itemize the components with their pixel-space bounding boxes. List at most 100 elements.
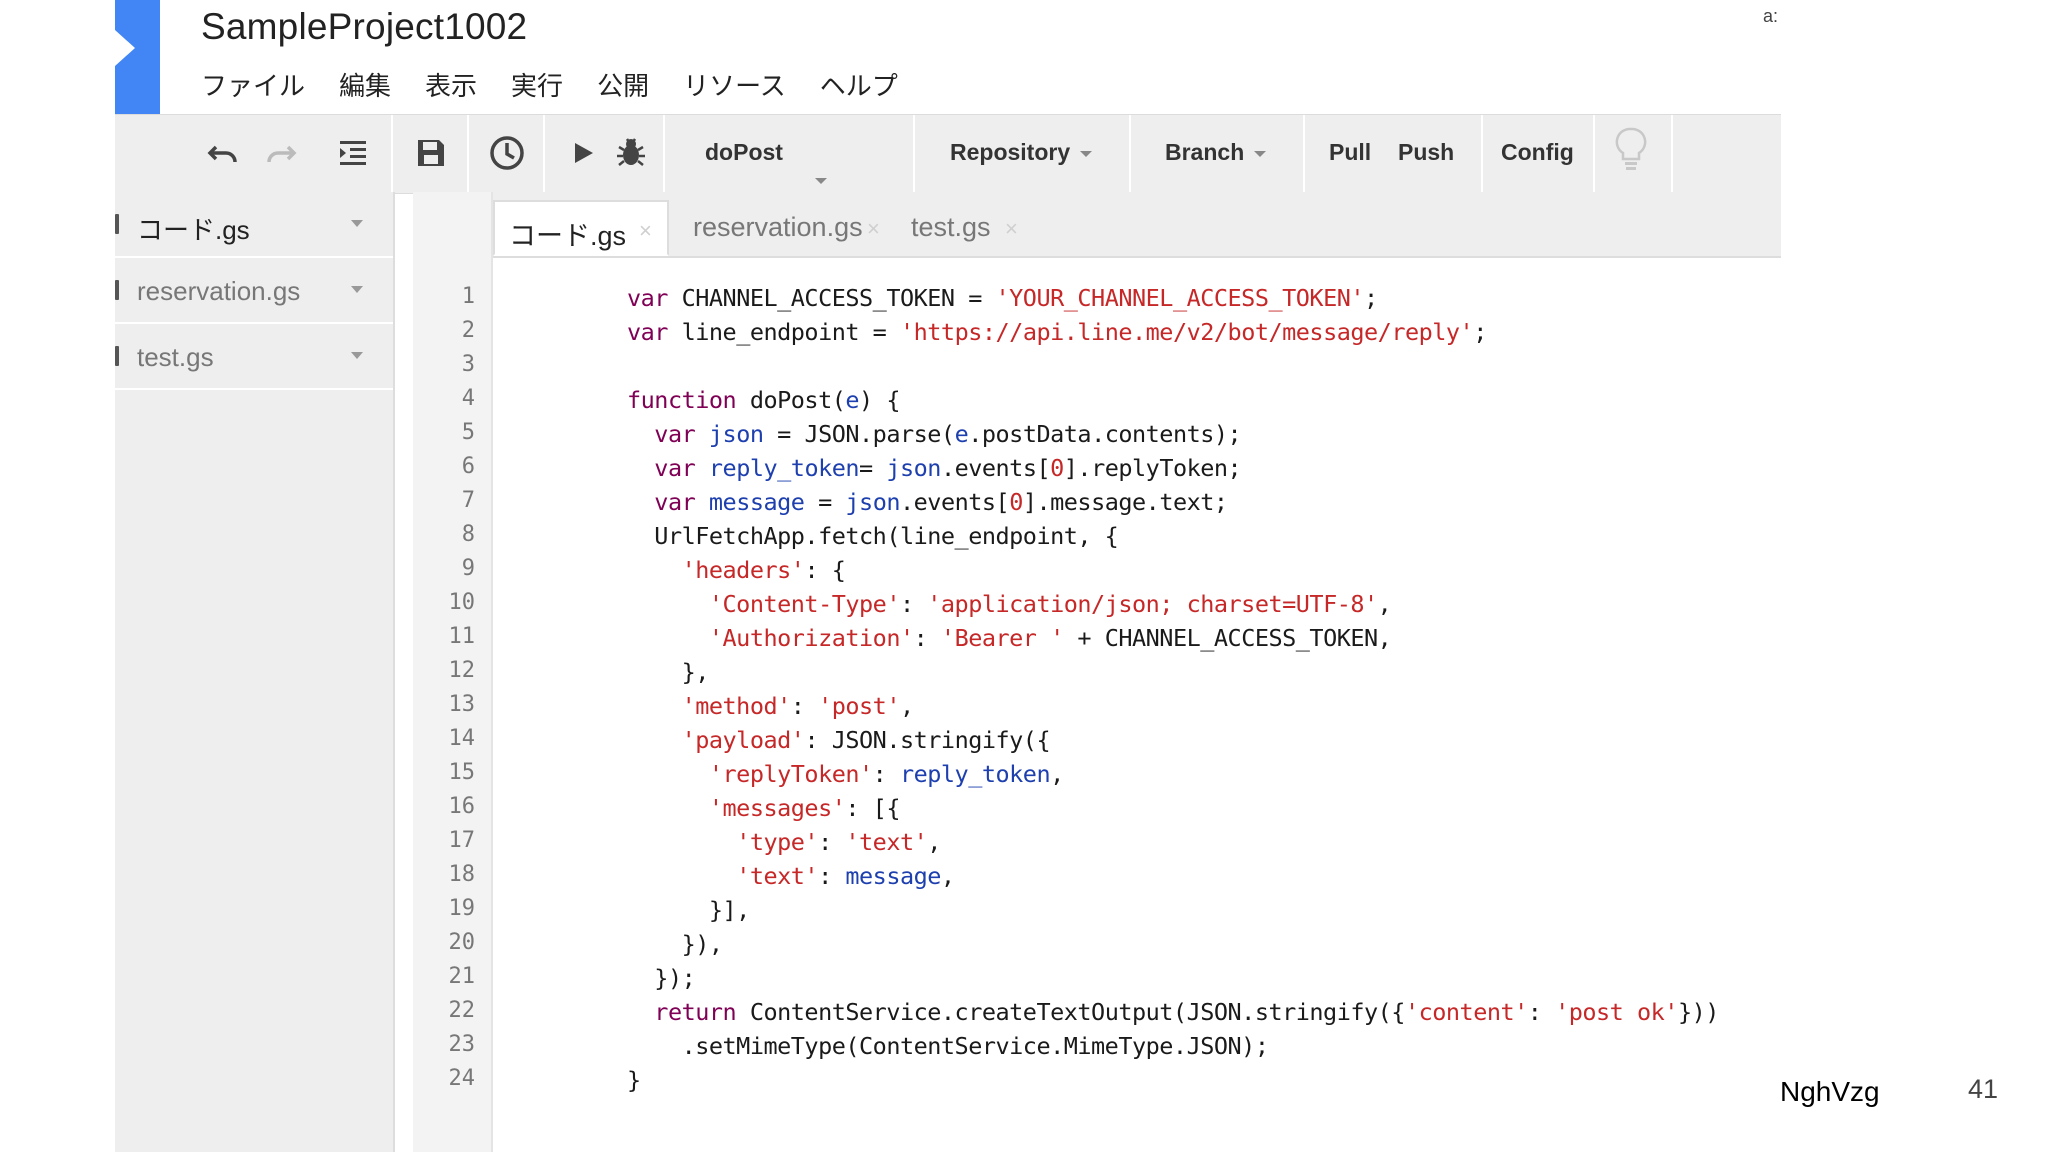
clock-icon[interactable] bbox=[485, 129, 529, 177]
code-token: ].message.text; bbox=[1022, 488, 1228, 516]
code-line: var reply_token= json.events[0].replyTok… bbox=[627, 454, 1241, 482]
code-token: : bbox=[899, 590, 928, 618]
line-number-gutter: 1 2 3 4 5 6 7 8 9 10 11 12 13 14 15 16 17 18 19 20 21 22 23 24 bbox=[413, 192, 493, 1152]
code-token: 'headers' bbox=[681, 556, 805, 584]
line-number: 24 bbox=[448, 1066, 476, 1091]
chevron-down-icon bbox=[1254, 150, 1267, 157]
code-line: .setMimeType(ContentService.MimeType.JSO… bbox=[627, 1032, 1269, 1060]
code-token: }), bbox=[627, 930, 723, 958]
code-token: var bbox=[654, 488, 696, 516]
code-token: }); bbox=[627, 964, 696, 992]
code-token: e bbox=[954, 420, 969, 448]
code-token: : bbox=[818, 828, 846, 856]
code-line: 'Content-Type': 'application/json; chars… bbox=[627, 590, 1392, 618]
code-token: 'post' bbox=[818, 692, 900, 720]
code-line: var CHANNEL_ACCESS_TOKEN = 'YOUR_CHANNEL… bbox=[627, 284, 1378, 312]
tab-code[interactable]: コード.gs × bbox=[493, 200, 669, 256]
file-icon bbox=[115, 214, 119, 234]
project-title[interactable]: SampleProject1002 bbox=[201, 6, 527, 48]
toolbar-separator bbox=[391, 115, 393, 193]
toolbar-separator bbox=[467, 115, 469, 193]
code-token: , bbox=[1377, 590, 1392, 618]
menu-resources[interactable]: リソース bbox=[683, 66, 786, 103]
code-line: 'method': 'post', bbox=[627, 692, 915, 720]
file-item-code[interactable]: コード.gs bbox=[115, 192, 393, 258]
menu-file[interactable]: ファイル bbox=[201, 66, 305, 103]
code-token: ContentService.createTextOutput(JSON.str… bbox=[736, 998, 1406, 1026]
code-token: + CHANNEL_ACCESS_TOKEN, bbox=[1063, 624, 1392, 652]
line-number: 4 bbox=[461, 386, 475, 411]
close-icon[interactable]: × bbox=[1005, 216, 1018, 242]
chevron-down-icon[interactable] bbox=[351, 352, 363, 359]
bug-icon[interactable] bbox=[609, 129, 653, 177]
redo-icon[interactable] bbox=[259, 129, 303, 177]
repository-button[interactable]: Repository bbox=[950, 139, 1093, 166]
apps-script-logo[interactable] bbox=[115, 0, 160, 114]
file-item-test[interactable]: test.gs bbox=[115, 324, 393, 390]
menu-run[interactable]: 実行 bbox=[511, 66, 563, 103]
config-button[interactable]: Config bbox=[1501, 139, 1574, 166]
code-token: }], bbox=[627, 896, 750, 924]
tab-test[interactable]: test.gs × bbox=[897, 200, 1027, 256]
code-token: : bbox=[1527, 998, 1556, 1026]
tab-label: test.gs bbox=[911, 212, 991, 242]
file-name: コード.gs bbox=[137, 215, 250, 245]
save-icon[interactable] bbox=[409, 129, 453, 177]
code-token: 'replyToken' bbox=[708, 760, 873, 788]
code-line: }, bbox=[627, 658, 710, 686]
close-icon[interactable]: × bbox=[639, 218, 652, 244]
code-token: json bbox=[708, 420, 764, 448]
lightbulb-icon[interactable] bbox=[1609, 125, 1653, 173]
code-token: CHANNEL_ACCESS_TOKEN = bbox=[667, 284, 996, 312]
line-number: 15 bbox=[448, 760, 476, 785]
function-select[interactable]: doPost bbox=[705, 139, 895, 193]
line-number: 14 bbox=[448, 726, 476, 751]
menu-view[interactable]: 表示 bbox=[425, 66, 477, 103]
tab-reservation[interactable]: reservation.gs × bbox=[679, 200, 885, 256]
code-token: var bbox=[654, 420, 696, 448]
code-token: 'post ok' bbox=[1555, 998, 1678, 1026]
code-token: : { bbox=[804, 556, 846, 584]
menu-bar: ファイル 編集 表示 実行 公開 リソース ヘルプ bbox=[201, 66, 932, 103]
menu-edit[interactable]: 編集 bbox=[339, 66, 391, 103]
pull-button[interactable]: Pull bbox=[1329, 139, 1371, 166]
code-line: var line_endpoint = 'https://api.line.me… bbox=[627, 318, 1487, 346]
code-token: = bbox=[804, 488, 846, 516]
line-number: 16 bbox=[448, 794, 476, 819]
line-number: 18 bbox=[448, 862, 476, 887]
slide-author: NghVzg bbox=[1780, 1076, 1880, 1107]
code-token: message bbox=[845, 862, 941, 890]
indent-icon[interactable] bbox=[331, 129, 375, 177]
chevron-down-icon[interactable] bbox=[351, 220, 363, 227]
line-number: 13 bbox=[448, 692, 476, 717]
menu-help[interactable]: ヘルプ bbox=[820, 66, 898, 103]
toolbar: doPost Repository Branch Pull Push Confi… bbox=[115, 114, 1781, 194]
branch-button[interactable]: Branch bbox=[1165, 139, 1267, 166]
menu-publish[interactable]: 公開 bbox=[597, 66, 649, 103]
chevron-down-icon[interactable] bbox=[351, 286, 363, 293]
line-number: 17 bbox=[448, 828, 476, 853]
line-number: 3 bbox=[461, 352, 475, 377]
file-item-reservation[interactable]: reservation.gs bbox=[115, 258, 393, 324]
account-indicator[interactable]: a: bbox=[1763, 6, 1778, 27]
branch-label: Branch bbox=[1165, 139, 1245, 165]
code-token: = JSON.parse( bbox=[763, 420, 955, 448]
close-icon[interactable]: × bbox=[867, 216, 880, 242]
script-editor-screenshot: SampleProject1002 a: ファイル 編集 表示 実行 公開 リソ… bbox=[115, 0, 1781, 1152]
line-number: 5 bbox=[461, 420, 475, 445]
code-line: }], bbox=[627, 896, 750, 924]
push-button[interactable]: Push bbox=[1398, 139, 1454, 166]
undo-icon[interactable] bbox=[201, 129, 245, 177]
code-editor[interactable]: var CHANNEL_ACCESS_TOKEN = 'YOUR_CHANNEL… bbox=[493, 258, 1781, 1152]
code-token: UrlFetchApp.fetch(line_endpoint, { bbox=[627, 522, 1119, 550]
code-token: ].replyToken; bbox=[1063, 454, 1242, 482]
play-icon[interactable] bbox=[561, 129, 605, 177]
code-token: 'text' bbox=[845, 828, 928, 856]
code-token: })) bbox=[1677, 998, 1719, 1026]
